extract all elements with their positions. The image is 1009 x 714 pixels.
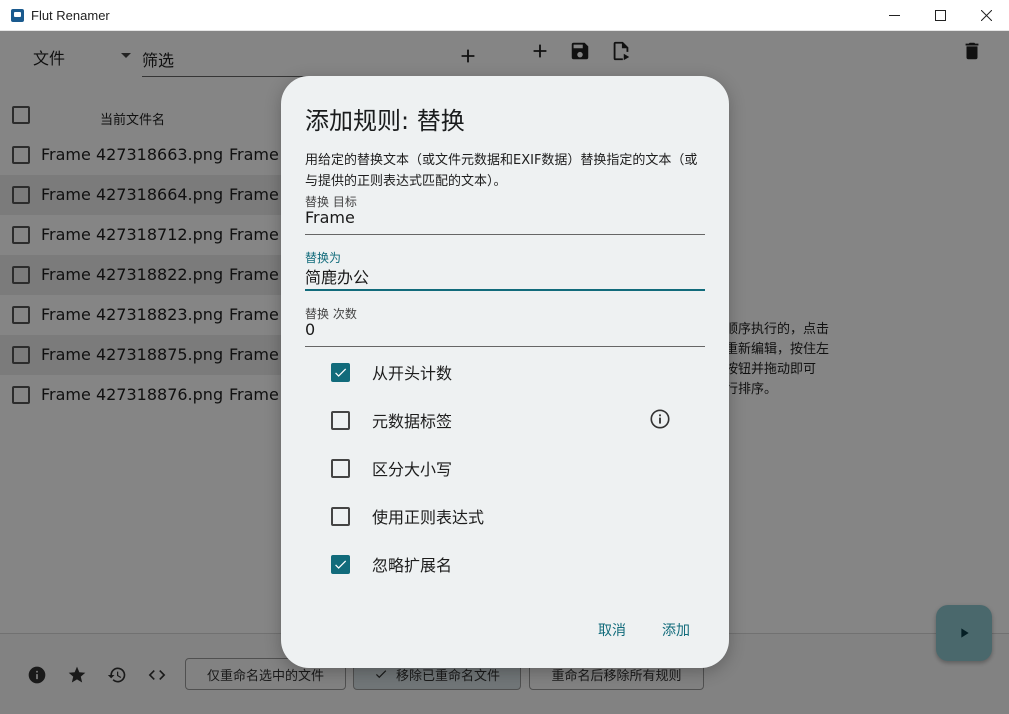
window-title: Flut Renamer — [31, 7, 110, 23]
info-icon[interactable] — [649, 408, 671, 430]
case-sensitive-checkbox[interactable] — [331, 458, 350, 478]
add-button[interactable]: 添加 — [662, 620, 690, 640]
metadata-tag-label: 元数据标签 — [372, 412, 453, 431]
minimize-button[interactable] — [871, 0, 917, 31]
from-start-checkbox[interactable] — [331, 362, 350, 382]
cancel-button[interactable]: 取消 — [598, 620, 626, 640]
regex-checkbox[interactable] — [331, 506, 350, 526]
metadata-tag-option[interactable]: 元数据标签 — [331, 405, 671, 435]
check-icon — [335, 367, 347, 377]
maximize-icon — [934, 10, 946, 21]
app-icon — [11, 8, 24, 22]
regex-label: 使用正则表达式 — [372, 508, 485, 527]
from-start-label: 从开头计数 — [372, 364, 453, 383]
metadata-tag-checkbox[interactable] — [331, 410, 350, 430]
dialog-description: 用给定的替换文本（或文件元数据和EXIF数据）替换指定的文本（或与提供的正则表达… — [305, 153, 698, 189]
regex-option[interactable]: 使用正则表达式 — [331, 501, 671, 531]
replace-field[interactable]: 替换为 简鹿办公 — [305, 249, 705, 291]
ignore-ext-checkbox[interactable] — [331, 554, 350, 574]
count-value[interactable]: 0 — [305, 320, 315, 339]
add-rule-dialog: 添加规则: 替换 用给定的替换文本（或文件元数据和EXIF数据）替换指定的文本（… — [281, 76, 729, 668]
title-bar: Flut Renamer — [0, 0, 1009, 31]
count-field[interactable]: 替换 次数 0 — [305, 305, 705, 347]
minimize-icon — [888, 15, 900, 16]
from-start-option[interactable]: 从开头计数 — [331, 357, 671, 387]
close-button[interactable] — [963, 0, 1009, 31]
ignore-ext-label: 忽略扩展名 — [372, 556, 453, 575]
case-sensitive-label: 区分大小写 — [372, 460, 453, 479]
dialog-title: 添加规则: 替换 — [305, 107, 465, 135]
ignore-ext-option[interactable]: 忽略扩展名 — [331, 549, 671, 579]
target-field[interactable]: 替换 目标 Frame — [305, 193, 705, 235]
check-icon — [335, 559, 347, 569]
replace-value[interactable]: 简鹿办公 — [305, 264, 369, 288]
target-value[interactable]: Frame — [305, 208, 355, 227]
case-sensitive-option[interactable]: 区分大小写 — [331, 453, 671, 483]
maximize-button[interactable] — [917, 0, 963, 31]
close-icon — [980, 10, 992, 21]
